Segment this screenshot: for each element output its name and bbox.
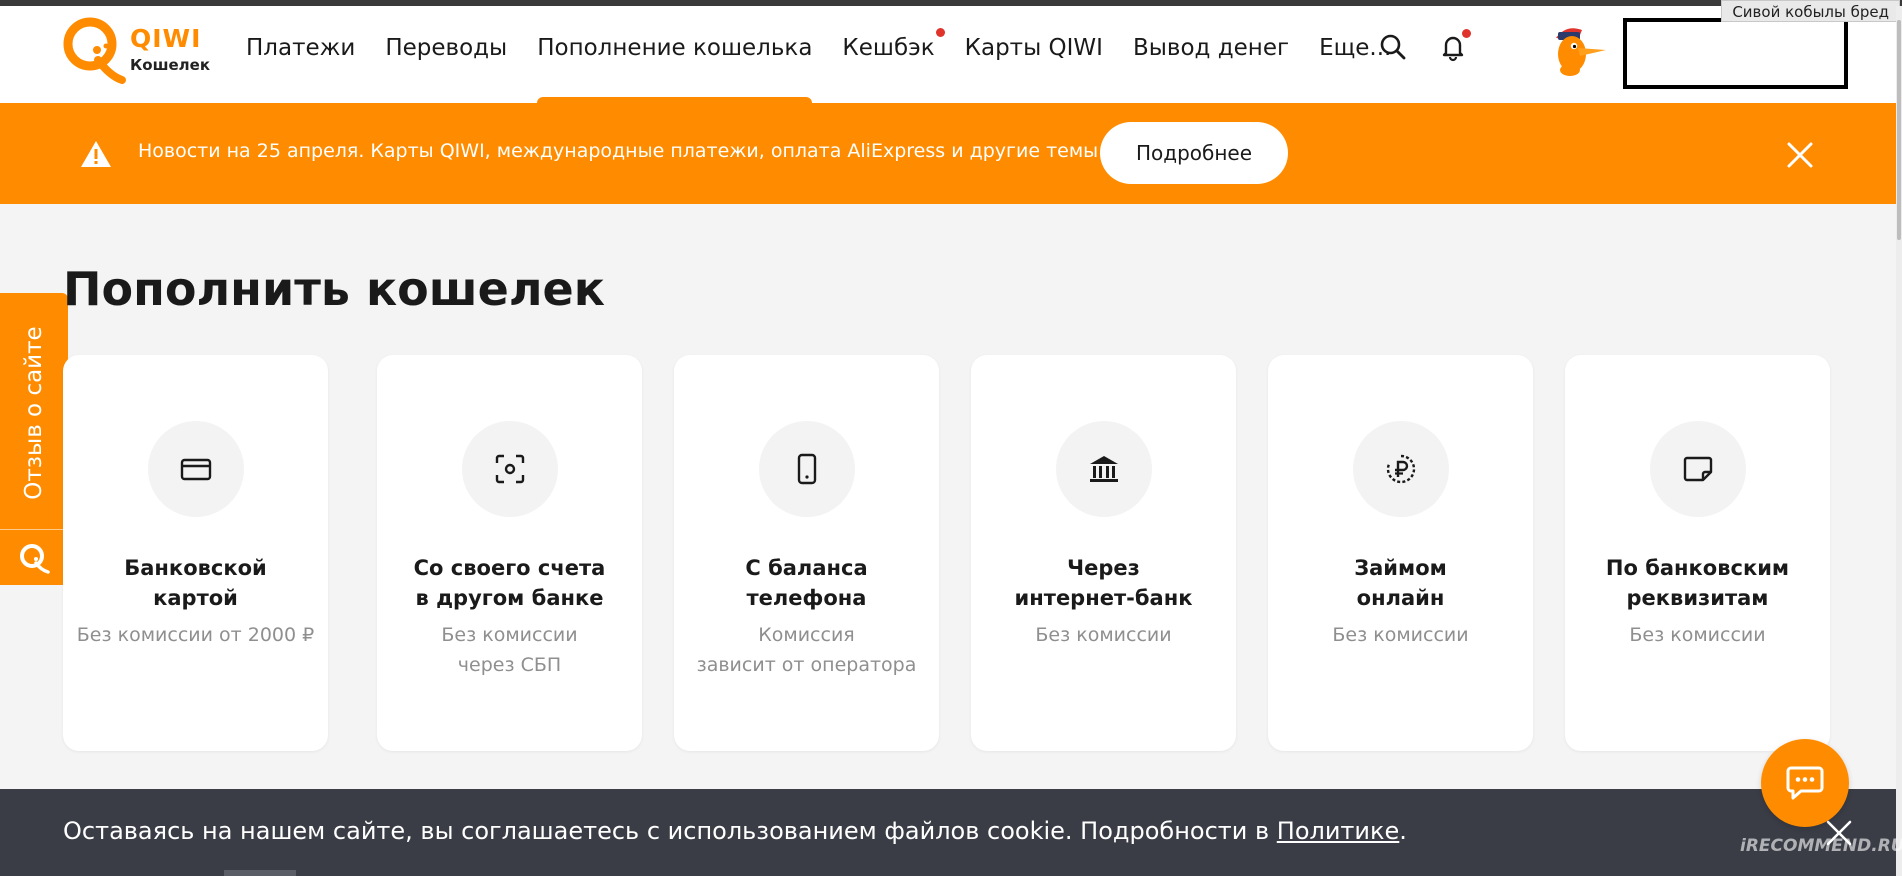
scrollbar-thumb[interactable] — [1897, 20, 1901, 240]
card-title-line: онлайн — [1356, 586, 1445, 610]
chat-button[interactable] — [1761, 739, 1849, 827]
site-header: QIWI Кошелек Платежи Переводы Пополнение… — [0, 6, 1896, 103]
chat-bubble-icon — [1786, 766, 1824, 800]
card-icon-circle — [147, 421, 244, 517]
card-title: Банковской картой — [73, 553, 318, 613]
loan-ruble-icon — [1386, 454, 1415, 484]
account-box[interactable] — [1623, 18, 1848, 89]
cookie-bar: Оставаясь на нашем сайте, вы соглашаетес… — [0, 789, 1896, 876]
card-title-line: реквизитам — [1626, 586, 1769, 610]
topup-card-loan[interactable]: Займом онлайн Без комиссии — [1268, 355, 1533, 751]
card-subtitle-line: Без комиссии — [1332, 624, 1469, 646]
nav-item-payments[interactable]: Платежи — [246, 6, 355, 103]
card-title: По банковским реквизитам — [1575, 553, 1820, 613]
close-icon[interactable] — [1786, 141, 1814, 169]
card-title: Займом онлайн — [1278, 553, 1523, 613]
card-title: Через интернет-банк — [981, 553, 1226, 613]
qiwi-logo[interactable]: QIWI Кошелек — [62, 14, 222, 86]
phone-icon — [797, 453, 816, 485]
notification-dot — [1462, 29, 1471, 38]
card-title-line: Займом — [1354, 556, 1447, 580]
card-title: Со своего счета в другом банке — [387, 553, 632, 613]
card-subtitle-line: через СБП — [457, 654, 562, 676]
cookie-text: Оставаясь на нашем сайте, вы соглашаетес… — [63, 817, 1407, 845]
card-subtitle: Без комиссии — [981, 620, 1226, 650]
sbp-icon — [495, 454, 524, 484]
topup-card-other-bank[interactable]: Со своего счета в другом банке Без комисс… — [377, 355, 642, 751]
card-title-line: картой — [153, 586, 238, 610]
card-title-line: По банковским — [1605, 556, 1790, 580]
card-icon-circle — [758, 421, 855, 517]
banner-text: Новости на 25 апреля. Карты QIWI, междун… — [138, 140, 1099, 162]
bird-avatar-icon — [1556, 28, 1606, 76]
requisites-icon — [1683, 456, 1712, 482]
bank-building-icon — [1089, 456, 1118, 482]
card-subtitle: Без комиссии — [1278, 620, 1523, 650]
details-button[interactable]: Подробнее — [1100, 122, 1288, 184]
avatar[interactable] — [1548, 20, 1608, 80]
card-subtitle-line: Без комиссии — [1629, 624, 1766, 646]
nav-label: Кешбэк — [842, 35, 935, 61]
nav-label: Карты QIWI — [964, 35, 1103, 61]
card-subtitle: Без комиссии от 2000 ₽ — [73, 620, 318, 650]
qiwi-logo-icon — [63, 17, 126, 84]
news-banner: Новости на 25 апреля. Карты QIWI, междун… — [0, 103, 1896, 204]
nav-label: Платежи — [246, 35, 356, 61]
card-title: С баланса телефона — [684, 553, 929, 613]
bank-card-icon — [180, 458, 211, 481]
cookie-bar-strip — [224, 870, 296, 876]
feedback-tab[interactable]: Отзыв о сайте — [0, 293, 68, 585]
card-subtitle: Без комиссии через СБП — [387, 620, 632, 680]
logo-brand: QIWI — [130, 24, 202, 53]
card-icon-circle — [1055, 421, 1152, 517]
notification-dot — [935, 28, 945, 37]
feedback-label: Отзыв о сайте — [21, 326, 47, 500]
card-title-line: Банковской — [124, 556, 267, 580]
card-icon-circle — [1352, 421, 1449, 517]
watermark: iRECOMMEND.RU — [1740, 836, 1902, 856]
nav-item-cashback[interactable]: Кешбэк — [842, 6, 945, 103]
card-title-line: в другом банке — [415, 586, 604, 610]
topup-card-phone-balance[interactable]: С баланса телефона Комиссия зависит от опе… — [674, 355, 939, 751]
card-title-line: Со своего счета — [413, 556, 606, 580]
nav-item-cards[interactable]: Карты QIWI — [965, 6, 1103, 103]
card-subtitle-line: Без комиссии — [441, 624, 578, 646]
policy-link[interactable]: Политике — [1277, 817, 1400, 845]
warning-icon — [81, 141, 111, 167]
card-title-line: телефона — [746, 586, 867, 610]
nav-item-transfers[interactable]: Переводы — [385, 6, 507, 103]
search-button[interactable] — [1378, 32, 1408, 62]
topup-card-bank-card[interactable]: Банковской картой Без комиссии от 2000 ₽ — [63, 355, 328, 751]
browser-caption: Сивой кобылы бред — [1721, 0, 1900, 22]
card-subtitle: Без комиссии — [1575, 620, 1820, 650]
nav-label: Переводы — [385, 35, 508, 61]
card-title-line: С баланса — [745, 556, 868, 580]
qiwi-small-icon — [20, 544, 50, 574]
feedback-divider — [0, 529, 68, 530]
nav-item-withdraw[interactable]: Вывод денег — [1133, 6, 1289, 103]
card-icon-circle — [461, 421, 558, 517]
logo-product: Кошелек — [130, 56, 211, 74]
notifications-button[interactable] — [1438, 29, 1471, 62]
topup-card-requisites[interactable]: По банковским реквизитам Без комиссии — [1565, 355, 1830, 751]
card-title-line: Через — [1067, 556, 1140, 580]
cookie-tail: . — [1399, 817, 1407, 845]
cookie-message: Оставаясь на нашем сайте, вы соглашаетес… — [63, 817, 1277, 845]
page-title: Пополнить кошелек — [63, 262, 605, 316]
nav-item-topup[interactable]: Пополнение кошелька — [537, 6, 813, 103]
nav-label: Вывод денег — [1132, 35, 1290, 61]
card-subtitle-line: Без комиссии от 2000 ₽ — [76, 624, 315, 646]
main-nav: Платежи Переводы Пополнение кошелька Кеш… — [246, 6, 1421, 103]
nav-label: Пополнение кошелька — [537, 35, 813, 61]
card-subtitle-line: Комиссия — [758, 624, 855, 646]
topup-card-internet-bank[interactable]: Через интернет-банк Без комиссии — [971, 355, 1236, 751]
card-subtitle-line: зависит от оператора — [696, 654, 917, 676]
card-subtitle: Комиссия зависит от оператора — [684, 620, 929, 680]
card-icon-circle — [1649, 421, 1746, 517]
search-icon — [1380, 34, 1406, 60]
card-subtitle-line: Без комиссии — [1035, 624, 1172, 646]
card-title-line: интернет-банк — [1014, 586, 1193, 610]
